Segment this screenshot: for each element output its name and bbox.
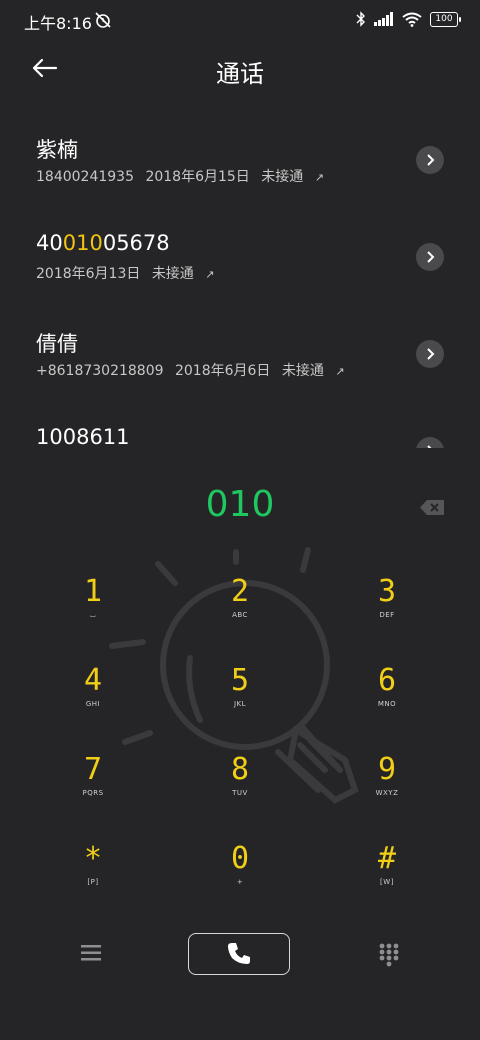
key-2[interactable]: 2 ABC: [180, 575, 300, 655]
key-letters: ⌴: [89, 611, 97, 619]
key-digit: 2: [230, 574, 250, 609]
key-8[interactable]: 8 TUV: [180, 753, 300, 833]
key-letters: DEF: [379, 611, 395, 619]
key-6[interactable]: 6 MNO: [327, 664, 447, 744]
key-digit: 7: [83, 752, 103, 787]
key-letters: [P]: [87, 878, 99, 886]
key-letters: [W]: [380, 878, 394, 886]
key-digit: 0: [230, 841, 250, 876]
key-3[interactable]: 3 DEF: [327, 575, 447, 655]
key-star[interactable]: * [P]: [33, 842, 153, 922]
key-letters: GHI: [85, 700, 101, 708]
key-7[interactable]: 7 PQRS: [33, 753, 153, 833]
key-4[interactable]: 4 GHI: [33, 664, 153, 744]
key-letters: ABC: [232, 611, 248, 619]
key-digit: 3: [377, 574, 397, 609]
key-letters: TUV: [232, 789, 248, 797]
key-digit: #: [377, 841, 397, 876]
dialpad-button[interactable]: [378, 942, 400, 968]
menu-button[interactable]: [78, 942, 104, 964]
key-digit: 6: [377, 663, 397, 698]
key-letters: JKL: [233, 700, 247, 708]
key-digit: 5: [230, 663, 250, 698]
dialpad-icon: [379, 943, 399, 967]
key-1[interactable]: 1 ⌴: [33, 575, 153, 655]
key-digit: 1: [83, 574, 103, 609]
menu-icon: [81, 945, 101, 961]
key-digit: 8: [230, 752, 250, 787]
key-digit: *: [83, 841, 103, 876]
key-digit: 4: [83, 663, 103, 698]
key-letters: PQRS: [82, 789, 104, 797]
key-5[interactable]: 5 JKL: [180, 664, 300, 744]
key-9[interactable]: 9 WXYZ: [327, 753, 447, 833]
key-digit: 9: [377, 752, 397, 787]
key-letters: +: [236, 878, 244, 886]
key-letters: WXYZ: [375, 789, 399, 797]
key-0[interactable]: 0 +: [180, 842, 300, 922]
key-letters: MNO: [377, 700, 397, 708]
phone-icon: [228, 943, 250, 964]
key-hash[interactable]: # [W]: [327, 842, 447, 922]
keypad: 1 ⌴ 2 ABC 3 DEF 4 GHI 5 JKL 6 MNO 7 PQRS…: [0, 0, 480, 1040]
call-button[interactable]: [188, 933, 290, 975]
